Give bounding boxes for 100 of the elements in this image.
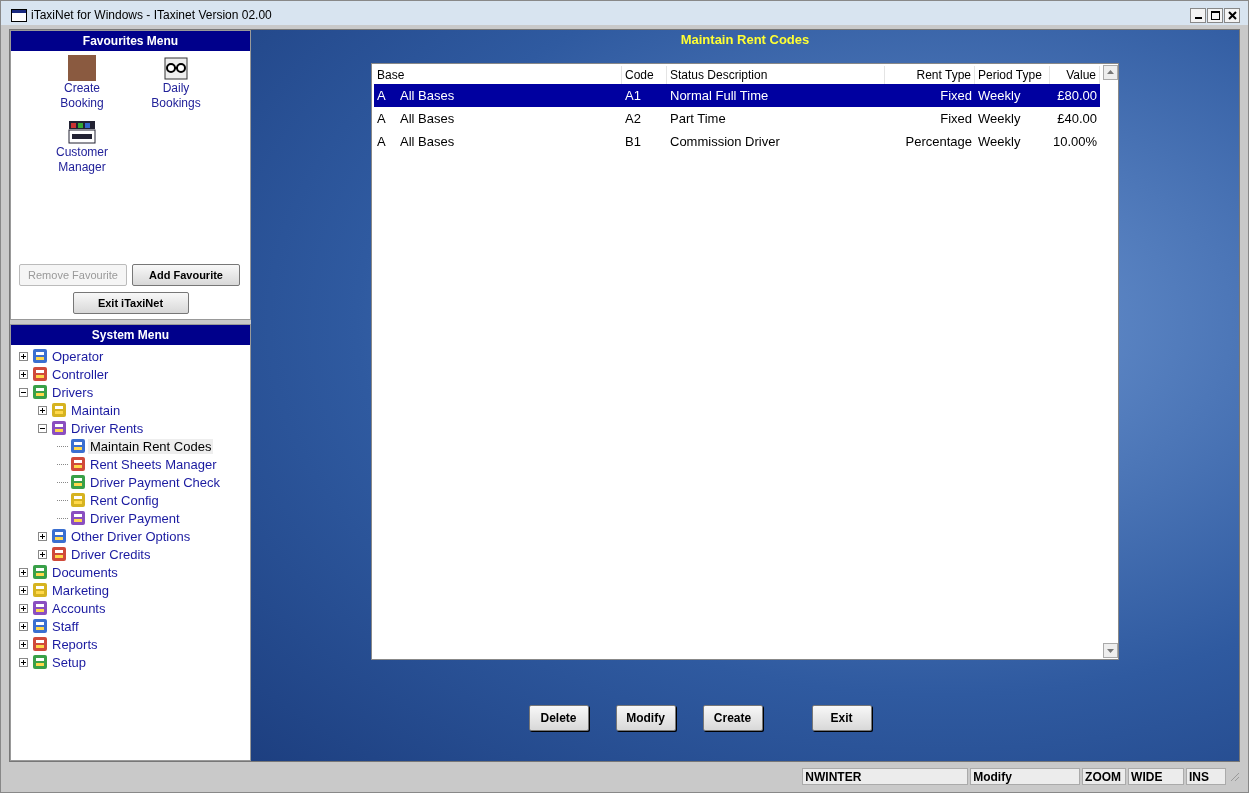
folder-tile-icon — [70, 510, 86, 526]
base-code: A — [377, 111, 387, 126]
folder-tile-icon — [32, 348, 48, 364]
base-code: A — [377, 88, 387, 103]
folder-tile-icon — [32, 618, 48, 634]
folder-tile-icon — [32, 636, 48, 652]
tree-item[interactable]: Marketing — [50, 582, 112, 598]
status-panel: NWINTER — [802, 767, 969, 785]
folder-tile-icon — [70, 438, 86, 454]
scroll-up-icon[interactable] — [1102, 65, 1118, 80]
table-cell-text: Weekly — [977, 111, 1022, 126]
expand-icon[interactable] — [19, 621, 28, 631]
folder-tile-icon — [51, 402, 67, 418]
expand-icon[interactable] — [19, 657, 28, 667]
table-cell-text: B1 — [624, 134, 642, 149]
folder-tile-icon — [51, 420, 67, 436]
folder-tile-icon — [32, 582, 48, 598]
tree-item[interactable]: Rent Sheets Manager — [88, 456, 219, 472]
maximize-icon — [1210, 10, 1220, 20]
favourite-item[interactable]: Customer Manager — [35, 119, 129, 175]
collapse-icon[interactable] — [19, 387, 28, 397]
folder-tile-icon — [70, 492, 86, 508]
tree-item[interactable]: Driver Rents — [69, 420, 146, 436]
status-panel: Modify — [970, 767, 1081, 785]
resize-grip-icon[interactable] — [1228, 770, 1240, 782]
tree-item[interactable]: Reports — [50, 636, 100, 652]
tree-item[interactable]: Driver Payment — [88, 510, 182, 526]
tree-item[interactable]: Staff — [50, 618, 81, 634]
panel-header: Favourites Menu — [11, 31, 250, 51]
action-button[interactable]: Exit — [811, 705, 872, 731]
expand-icon[interactable] — [19, 351, 28, 361]
table-row[interactable]: A All Bases A1 Normal Full Time Fixed Weekly £80.00 — [374, 84, 1100, 107]
table-cell-text: Weekly — [977, 134, 1022, 149]
tree-item[interactable]: Driver Credits — [69, 546, 153, 562]
tree-item[interactable]: Maintain — [69, 402, 123, 418]
close-button[interactable] — [1224, 7, 1240, 23]
action-button[interactable]: Delete — [528, 705, 589, 731]
base-code: A — [377, 134, 387, 149]
expand-icon[interactable] — [19, 369, 28, 379]
table-cell-text: Normal Full Time — [669, 88, 770, 103]
status-panel: INS — [1186, 767, 1226, 785]
tree-item[interactable]: Rent Config — [88, 492, 161, 508]
base-name: All Bases — [400, 134, 455, 149]
maximize-button[interactable] — [1207, 7, 1223, 23]
expand-icon[interactable] — [19, 603, 28, 613]
folder-tile-icon — [32, 654, 48, 670]
action-button[interactable]: Modify — [615, 705, 676, 731]
table-row[interactable]: A All Bases B1 Commission Driver Percentage Weekly 10.00% — [374, 130, 1100, 153]
tree-item[interactable]: Accounts — [50, 600, 108, 616]
table-row[interactable]: A All Bases A2 Part Time Fixed Weekly £40.00 — [374, 107, 1100, 130]
folder-tile-icon — [32, 600, 48, 616]
expand-icon[interactable] — [19, 639, 28, 649]
table-cell-text: Weekly — [977, 88, 1022, 103]
table-cell-text: Fixed — [939, 88, 973, 103]
window-title: iTaxiNet for Windows - ITaxinet Version 02.00 — [31, 8, 273, 22]
tree-item[interactable]: Other Driver Options — [69, 528, 193, 544]
table-cell-text: Commission Driver — [669, 134, 781, 149]
folder-tile-icon — [32, 564, 48, 580]
index-card-icon — [68, 119, 96, 145]
tree-item[interactable]: Controller — [50, 366, 111, 382]
exit-button[interactable]: Exit iTaxiNet — [72, 292, 189, 314]
folder-tile-icon — [32, 366, 48, 382]
panel-header: System Menu — [11, 325, 250, 345]
tree-item[interactable]: Driver Payment Check — [88, 474, 223, 490]
expand-icon[interactable] — [38, 531, 47, 541]
table-cell-text: A1 — [624, 88, 642, 103]
folder-tile-icon — [70, 456, 86, 472]
photo-placeholder — [68, 55, 96, 81]
page-title: Maintain Rent Codes — [680, 31, 810, 49]
scroll-down-icon[interactable] — [1102, 643, 1118, 658]
expand-icon[interactable] — [38, 549, 47, 559]
tree-item[interactable]: Drivers — [50, 384, 96, 400]
favourite-button[interactable]: Add Favourite — [132, 264, 240, 286]
minimize-icon — [1194, 17, 1202, 19]
tree-item[interactable]: Setup — [50, 654, 88, 670]
expand-icon[interactable] — [38, 405, 47, 415]
window-icon — [11, 8, 27, 22]
table-cell-text: £40.00 — [1056, 111, 1098, 126]
minimize-button[interactable] — [1190, 7, 1206, 23]
expand-icon[interactable] — [19, 567, 28, 577]
table-cell-text: £80.00 — [1056, 88, 1098, 103]
folder-tile-icon — [32, 384, 48, 400]
tree-item[interactable]: Operator — [50, 348, 106, 364]
expand-icon[interactable] — [19, 585, 28, 595]
table-cell-text: A2 — [624, 111, 642, 126]
close-icon — [1227, 10, 1237, 20]
folder-tile-icon — [51, 546, 67, 562]
favourite-item[interactable]: Daily Bookings — [129, 55, 223, 111]
collapse-icon[interactable] — [38, 423, 47, 433]
status-panel: WIDE — [1128, 767, 1184, 785]
base-name: All Bases — [400, 111, 455, 126]
folder-tile-icon — [70, 474, 86, 490]
glasses-icon — [162, 55, 190, 81]
table-cell-text: 10.00% — [1052, 134, 1099, 149]
favourite-item[interactable]: Create Booking — [35, 55, 129, 111]
tree-item[interactable]: Maintain Rent Codes — [88, 438, 214, 454]
action-button[interactable]: Create — [702, 705, 763, 731]
base-name: All Bases — [400, 88, 455, 103]
tree-item[interactable]: Documents — [50, 564, 120, 580]
table-cell-text: Fixed — [939, 111, 973, 126]
